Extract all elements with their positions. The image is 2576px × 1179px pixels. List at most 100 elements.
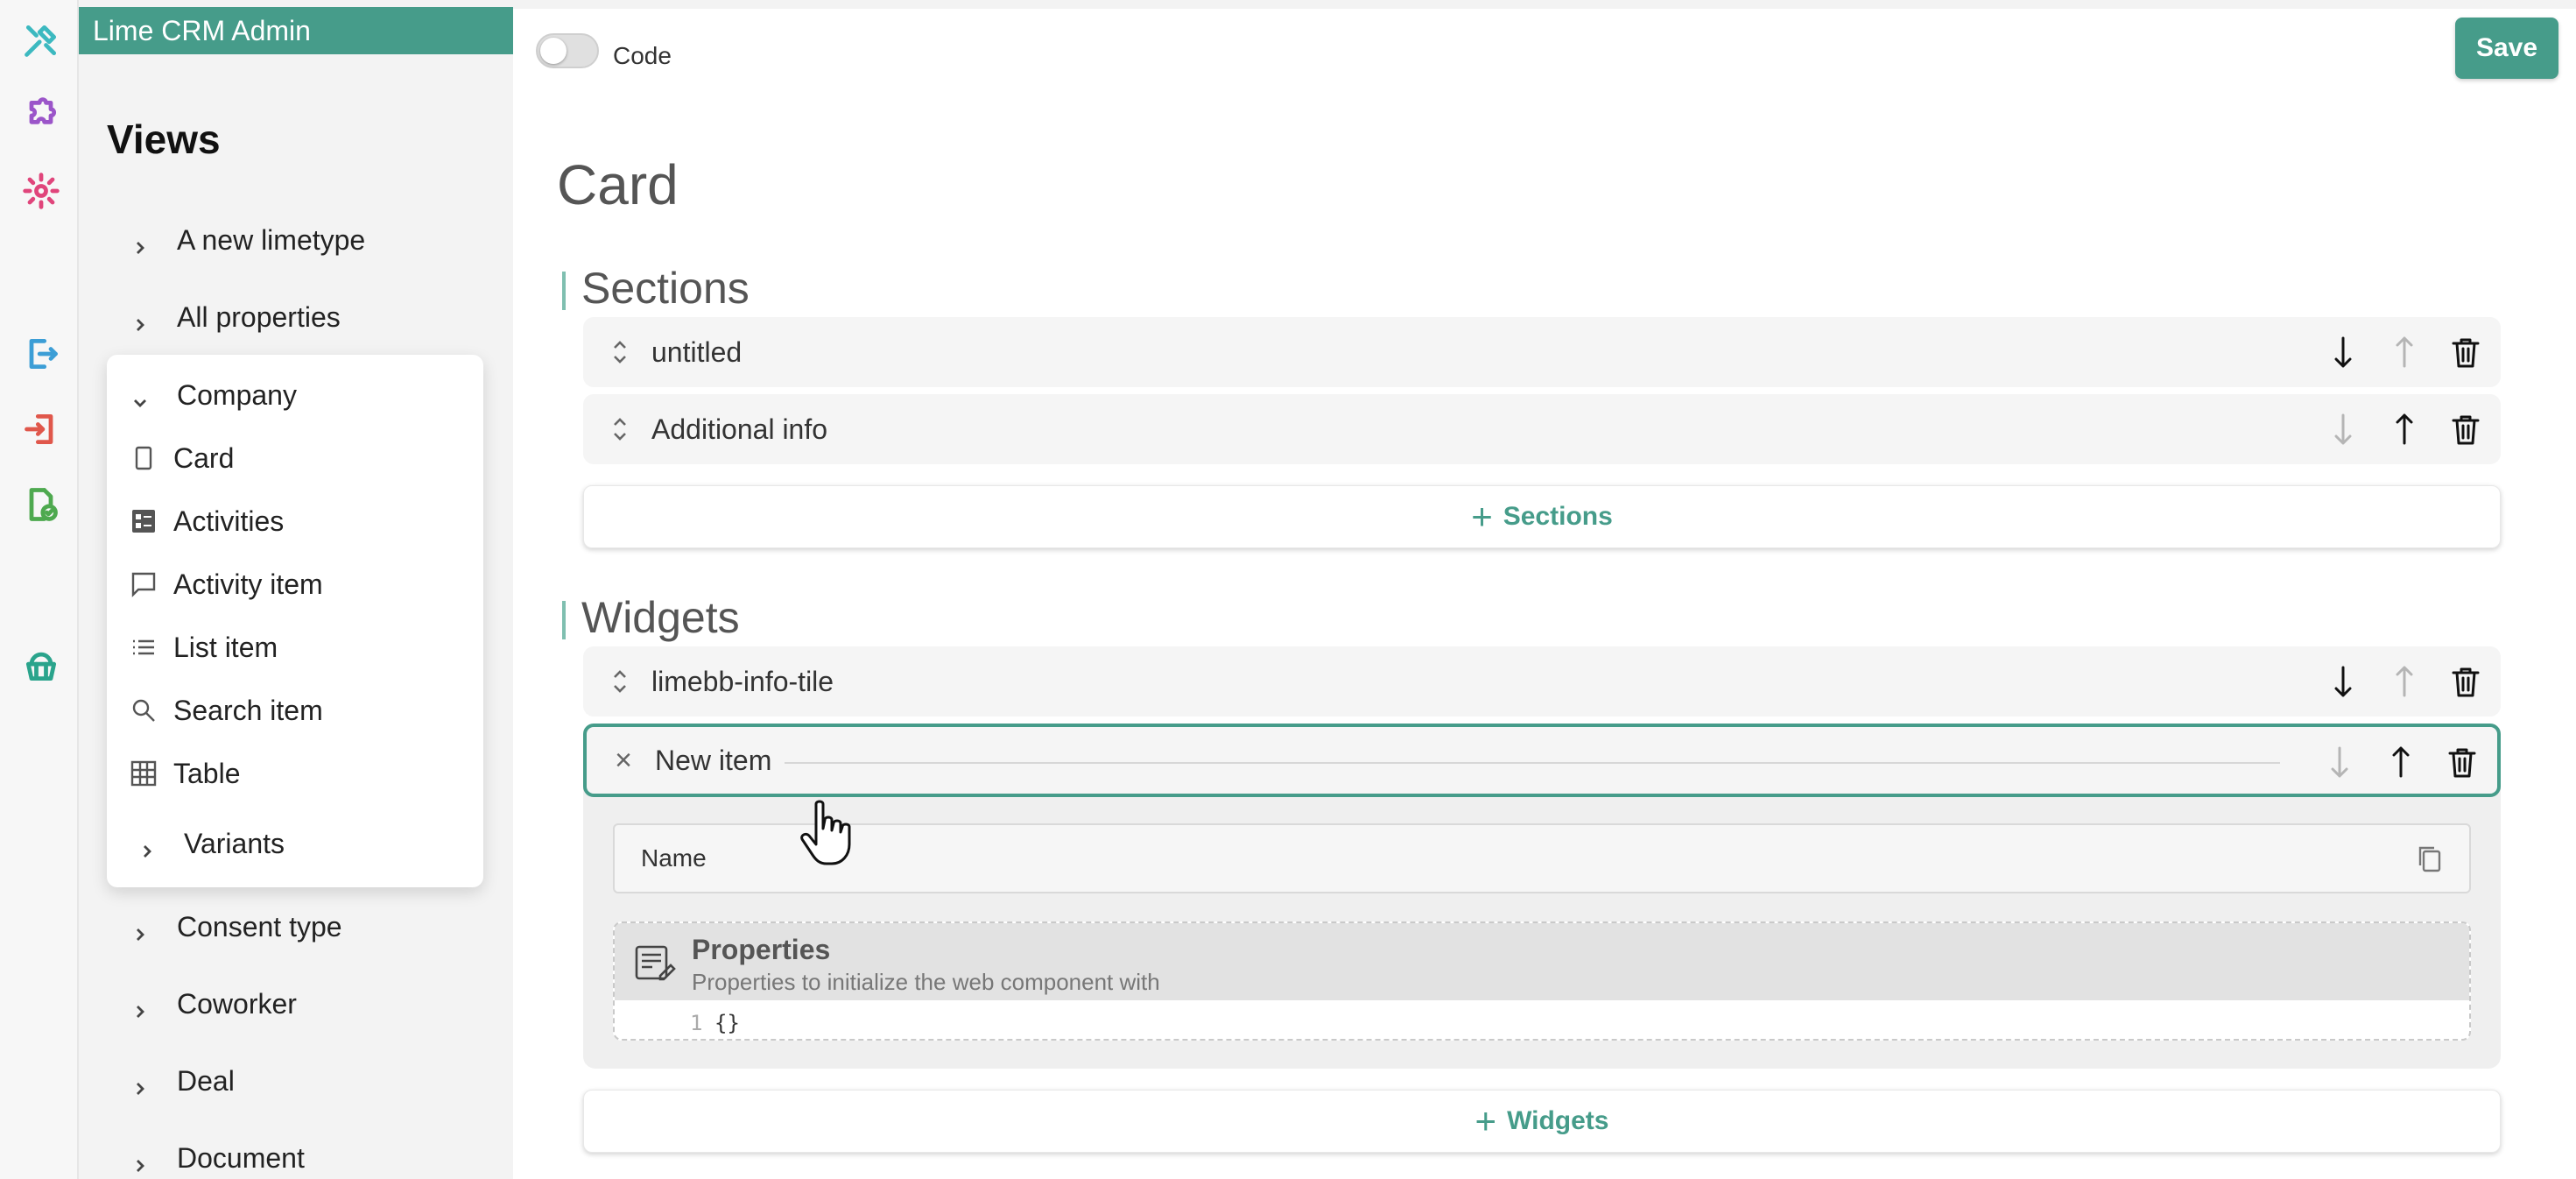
nav-item-deal[interactable]: Deal bbox=[79, 1055, 235, 1107]
code-editor[interactable]: 1 {} bbox=[615, 1004, 2469, 1039]
view-item-card[interactable]: Card bbox=[130, 434, 234, 483]
drag-handle-icon[interactable] bbox=[609, 413, 630, 445]
activities-icon bbox=[130, 507, 158, 535]
search-icon bbox=[130, 696, 158, 724]
move-up-icon[interactable] bbox=[2387, 412, 2422, 447]
nav-item-document[interactable]: Document bbox=[79, 1132, 305, 1179]
nav-item-label: Deal bbox=[177, 1064, 235, 1097]
add-widget-label: Widgets bbox=[1507, 1106, 1609, 1135]
code-text[interactable]: {} bbox=[714, 1011, 740, 1035]
view-item-list-item[interactable]: List item bbox=[130, 623, 278, 672]
divider bbox=[785, 762, 2280, 764]
save-button[interactable]: Save bbox=[2455, 18, 2558, 79]
chevron-right-icon bbox=[131, 308, 149, 331]
nav-item-coworker[interactable]: Coworker bbox=[79, 978, 297, 1030]
nav-item-variants[interactable]: Variants bbox=[86, 817, 285, 870]
nav-item-label: A new limetype bbox=[177, 223, 366, 256]
chevron-right-icon bbox=[131, 995, 149, 1018]
properties-editor[interactable]: Properties Properties to initialize the … bbox=[613, 921, 2471, 1041]
page-title: Card bbox=[557, 153, 679, 216]
view-item-label: Search item bbox=[173, 694, 323, 726]
export-icon[interactable] bbox=[22, 335, 60, 373]
move-down-icon bbox=[2326, 412, 2361, 447]
name-field-label: Name bbox=[641, 844, 707, 872]
nav-item-label: Coworker bbox=[177, 987, 297, 1020]
move-down-icon[interactable] bbox=[2326, 664, 2361, 699]
view-item-label: Card bbox=[173, 441, 235, 474]
views-heading: Views bbox=[107, 116, 221, 162]
code-toggle[interactable] bbox=[536, 33, 599, 68]
delete-icon[interactable] bbox=[2448, 335, 2483, 370]
file-check-icon[interactable] bbox=[22, 485, 60, 524]
tools-icon[interactable] bbox=[22, 21, 60, 60]
view-item-table[interactable]: Table bbox=[130, 749, 241, 798]
delete-icon[interactable] bbox=[2445, 745, 2480, 780]
properties-header: Properties Properties to initialize the … bbox=[615, 923, 2469, 1000]
add-section-label: Sections bbox=[1503, 502, 1613, 531]
move-up-icon bbox=[2387, 664, 2422, 699]
view-item-label: Activities bbox=[173, 505, 285, 537]
company-group: Company Card Activities Activity item Li… bbox=[107, 355, 483, 887]
nav-item-all-properties[interactable]: All properties bbox=[79, 291, 341, 343]
nav-item-label: Document bbox=[177, 1141, 305, 1174]
move-up-icon bbox=[2387, 335, 2422, 370]
move-up-icon[interactable] bbox=[2383, 745, 2418, 780]
nav-item-label: All properties bbox=[177, 300, 341, 333]
app-title: Lime CRM Admin bbox=[79, 7, 513, 54]
delete-icon[interactable] bbox=[2448, 664, 2483, 699]
name-field[interactable]: Name bbox=[613, 823, 2471, 893]
add-section-button[interactable]: + Sections bbox=[583, 485, 2501, 548]
widget-label: limebb-info-tile bbox=[651, 665, 834, 697]
main-editor: Code Save Card Sections untitled Additio… bbox=[513, 0, 2576, 1179]
chat-icon bbox=[130, 570, 158, 598]
nav-item-a-new-limetype[interactable]: A new limetype bbox=[79, 214, 365, 266]
chevron-right-icon bbox=[131, 1149, 149, 1172]
view-item-activity-item[interactable]: Activity item bbox=[130, 560, 323, 609]
views-navigation: Lime CRM Admin Views A new limetype All … bbox=[79, 0, 513, 1179]
line-number: 1 bbox=[690, 1011, 703, 1035]
hand-cursor-icon bbox=[797, 799, 858, 869]
nav-item-consent-type[interactable]: Consent type bbox=[79, 900, 342, 953]
edit-document-icon bbox=[634, 944, 676, 983]
copy-icon[interactable] bbox=[2417, 844, 2443, 874]
chevron-right-icon bbox=[138, 835, 156, 858]
sections-heading: Sections bbox=[562, 263, 750, 314]
chevron-right-icon bbox=[131, 1072, 149, 1095]
section-label: Additional info bbox=[651, 413, 828, 445]
chevron-right-icon bbox=[131, 231, 149, 254]
list-icon bbox=[130, 633, 158, 661]
icon-rail bbox=[0, 0, 79, 1179]
widget-row[interactable]: limebb-info-tile bbox=[583, 646, 2501, 717]
move-down-icon[interactable] bbox=[2326, 335, 2361, 370]
drag-handle-icon[interactable] bbox=[609, 336, 630, 368]
nav-item-company[interactable]: Company bbox=[79, 369, 297, 421]
nav-item-label: Variants bbox=[184, 827, 285, 859]
chevron-down-icon bbox=[131, 386, 149, 407]
widget-row-selected[interactable]: × New item bbox=[583, 724, 2501, 797]
delete-icon[interactable] bbox=[2448, 412, 2483, 447]
section-row[interactable]: untitled bbox=[583, 317, 2501, 387]
view-item-search-item[interactable]: Search item bbox=[130, 686, 323, 735]
widgets-heading: Widgets bbox=[562, 592, 740, 643]
close-icon[interactable]: × bbox=[613, 744, 634, 778]
move-down-icon bbox=[2322, 745, 2357, 780]
plus-icon: + bbox=[1475, 1100, 1497, 1141]
chevron-right-icon bbox=[131, 918, 149, 941]
drag-handle-icon[interactable] bbox=[609, 666, 630, 697]
cupcake-icon[interactable] bbox=[22, 646, 60, 685]
nav-item-label: Consent type bbox=[177, 910, 342, 942]
table-icon bbox=[130, 759, 158, 787]
section-row[interactable]: Additional info bbox=[583, 394, 2501, 464]
toggle-knob bbox=[540, 38, 567, 64]
view-item-activities[interactable]: Activities bbox=[130, 497, 284, 546]
import-icon[interactable] bbox=[22, 410, 60, 448]
settings-icon[interactable] bbox=[22, 172, 60, 210]
section-label: untitled bbox=[651, 335, 743, 368]
puzzle-icon[interactable] bbox=[22, 96, 60, 135]
plus-icon: + bbox=[1471, 496, 1493, 537]
properties-title: Properties bbox=[692, 934, 831, 965]
nav-item-label: Company bbox=[177, 378, 297, 411]
add-widget-button[interactable]: + Widgets bbox=[583, 1090, 2501, 1153]
view-item-label: Activity item bbox=[173, 568, 323, 600]
card-icon bbox=[130, 444, 158, 472]
